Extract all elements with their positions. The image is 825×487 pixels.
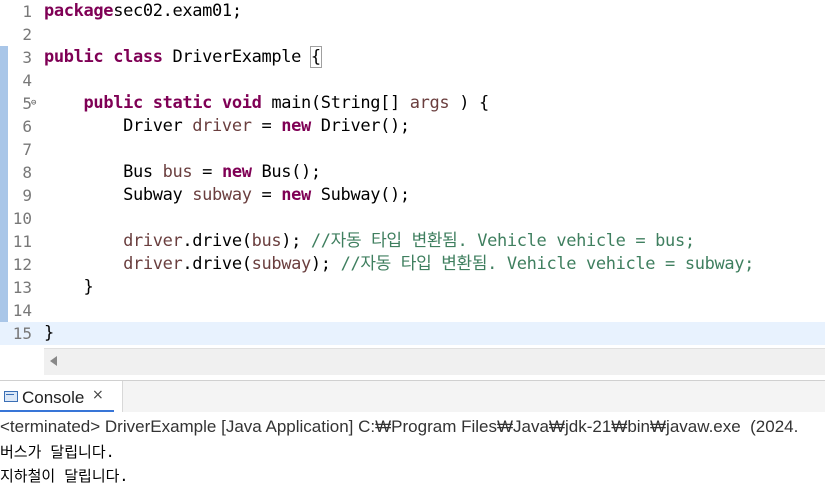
code-text: driver.drive(bus); //자동 타입 변환됨. Vehicle …	[44, 230, 695, 253]
code-token: }	[44, 277, 94, 297]
code-token: =	[192, 162, 222, 182]
code-line[interactable]: 1 packagesec02.exam01;	[0, 0, 825, 23]
code-line[interactable]: 2	[0, 23, 825, 46]
line-number: 14	[12, 301, 32, 320]
variable-token: subway	[192, 185, 252, 205]
line-number: 15	[12, 324, 32, 343]
code-text: Bus bus = new Bus();	[44, 161, 321, 184]
horizontal-scrollbar[interactable]	[44, 348, 825, 375]
code-token: .drive(	[182, 231, 252, 251]
code-line[interactable]: 9 Subway subway = new Subway();	[0, 184, 825, 207]
process-status-line: <terminated> DriverExample [Java Applica…	[0, 417, 799, 436]
line-number: 13	[12, 278, 32, 297]
line-number: 8	[22, 163, 32, 182]
tab-console-label: Console	[22, 388, 85, 407]
keyword-token: new	[281, 116, 311, 136]
code-text: }	[44, 322, 54, 345]
code-line[interactable]: 4	[0, 69, 825, 92]
keyword-token: public	[44, 47, 104, 67]
console-output-line: 지하철이 달립니다.	[0, 467, 129, 485]
line-number: 4	[22, 71, 32, 90]
variable-token: driver	[44, 254, 183, 274]
code-token: =	[251, 116, 282, 136]
code-editor[interactable]: 1 packagesec02.exam01; 2 3 public class Driv…	[0, 0, 825, 345]
comment-token: //자동 타입 변환됨. Vehicle vehicle = subway;	[340, 254, 755, 274]
scroll-left-arrow-icon[interactable]	[50, 356, 57, 366]
fold-collapse-icon[interactable]: ⊖	[31, 98, 36, 108]
active-tab-indicator	[0, 410, 114, 412]
console-icon	[4, 391, 18, 402]
close-icon[interactable]: ×	[92, 387, 104, 403]
code-token: );	[310, 254, 341, 274]
line-number: 12	[12, 255, 32, 274]
code-text: Subway subway = new Subway();	[44, 184, 410, 207]
code-text: public class DriverExample {	[44, 46, 322, 69]
code-line[interactable]: 11 driver.drive(bus); //자동 타입 변환됨. Vehic…	[0, 230, 825, 253]
code-token: Subway	[44, 185, 193, 205]
code-line[interactable]: 3 public class DriverExample {	[0, 46, 825, 69]
keyword-token: new	[221, 162, 252, 182]
code-text: Driver driver = new Driver();	[44, 115, 410, 138]
code-text: }	[44, 276, 94, 299]
keyword-token: new	[281, 185, 311, 205]
code-token: Bus();	[251, 162, 321, 182]
code-token: ) {	[449, 93, 489, 113]
line-number: 7	[22, 140, 32, 159]
code-line[interactable]: 12 driver.drive(subway); //자동 타입 변환됨. Ve…	[0, 253, 825, 276]
line-number: 10	[12, 209, 32, 228]
code-line[interactable]: 7	[0, 138, 825, 161]
comment-token: //자동 타입 변환됨. Vehicle vehicle = bus;	[310, 231, 695, 251]
code-token: }	[44, 323, 54, 343]
console-tab-bar: Console ×	[0, 381, 825, 412]
code-token: Bus	[44, 162, 163, 182]
code-line[interactable]: 5 ⊖ public static void main(String[] args…	[0, 92, 825, 115]
line-number: 5	[22, 94, 32, 113]
code-token: .drive(	[182, 254, 252, 274]
console-output-line: 버스가 달립니다.	[0, 443, 115, 461]
code-text: public static void main(String[] args ) …	[44, 92, 490, 115]
variable-token: driver	[192, 116, 252, 136]
code-line[interactable]: 10	[0, 207, 825, 230]
line-number: 11	[12, 232, 32, 251]
code-line[interactable]: 6 Driver driver = new Driver();	[0, 115, 825, 138]
matching-bracket: {	[309, 46, 322, 68]
code-token: Driver();	[310, 116, 410, 136]
code-token: Driver	[44, 116, 193, 136]
code-line[interactable]: 14	[0, 299, 825, 322]
variable-token: args	[409, 93, 450, 113]
code-token: );	[281, 231, 311, 251]
code-token: Subway();	[310, 185, 410, 205]
variable-token: bus	[251, 231, 282, 251]
console-panel: Console × <terminated> DriverExample [Ja…	[0, 380, 825, 487]
code-text: driver.drive(subway); //자동 타입 변환됨. Vehic…	[44, 253, 754, 276]
variable-token: bus	[162, 162, 193, 182]
code-token: main(String[]	[261, 93, 410, 113]
variable-token: driver	[44, 231, 183, 251]
line-number: 2	[22, 25, 32, 44]
keyword-token: public	[83, 93, 144, 113]
variable-token: subway	[251, 254, 312, 274]
code-token: =	[251, 185, 282, 205]
code-token: sec02.exam01;	[113, 1, 242, 21]
tab-console[interactable]: Console ×	[0, 381, 123, 412]
code-line[interactable]: 13 }	[0, 276, 825, 299]
line-number: 6	[22, 117, 32, 136]
code-text: packagesec02.exam01;	[44, 0, 242, 23]
code-line[interactable]: 15}	[0, 322, 825, 345]
code-token: DriverExample	[162, 47, 311, 67]
keyword-token: void	[221, 93, 262, 113]
keyword-token: static	[152, 93, 213, 113]
keyword-token: class	[113, 47, 163, 67]
line-number: 9	[22, 186, 32, 205]
code-line[interactable]: 8 Bus bus = new Bus();	[0, 161, 825, 184]
keyword-token: package	[44, 1, 114, 21]
line-number: 1	[22, 2, 32, 21]
line-number: 3	[22, 48, 32, 67]
